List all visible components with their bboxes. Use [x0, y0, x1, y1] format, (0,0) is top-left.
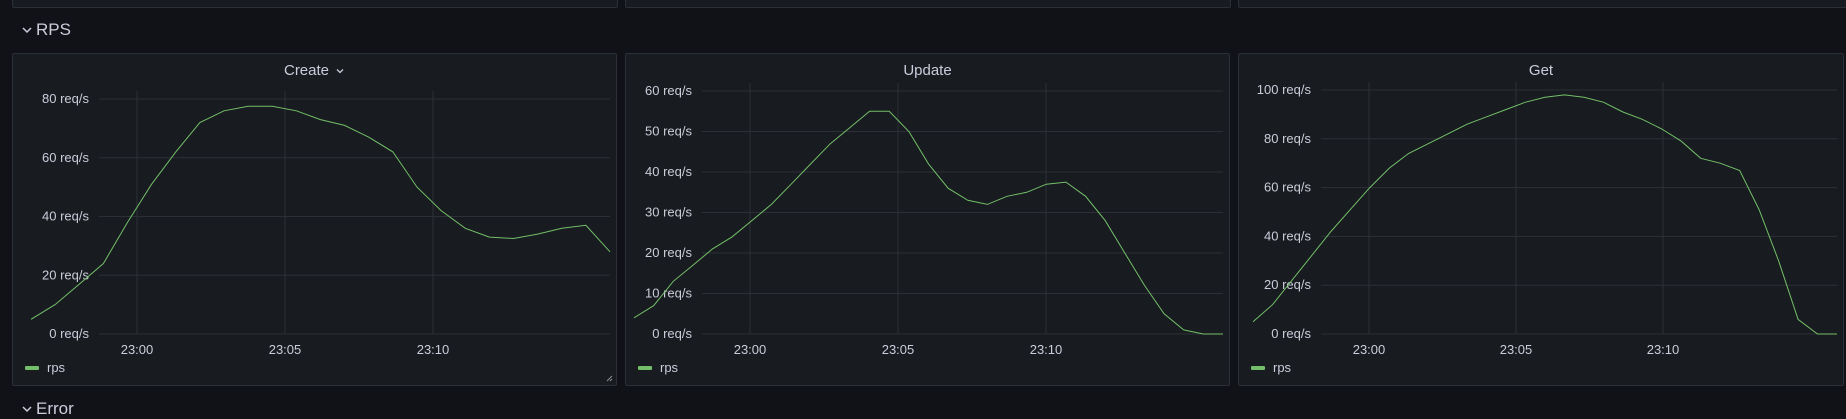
legend-label: rps [47, 360, 66, 375]
legend[interactable]: rps [638, 360, 678, 375]
x-tick-label: 23:00 [1353, 342, 1386, 357]
chart-create: 0 req/s 20 req/s 40 req/s 60 req/s 80 req/s 2… [30, 91, 611, 357]
panel-get[interactable]: Get 0 req/s 20 req/s 40 req/s 60 req/s 80 re… [1238, 53, 1844, 386]
y-tick-label: 20 req/s [1264, 277, 1311, 292]
legend-swatch [638, 365, 652, 370]
x-tick-label: 23:00 [734, 342, 767, 357]
legend-label: rps [660, 360, 679, 375]
x-tick-label: 23:05 [1500, 342, 1533, 357]
y-tick-label: 20 req/s [645, 245, 692, 260]
y-tick-label: 60 req/s [42, 150, 89, 165]
series-line-rps [30, 105, 611, 320]
y-tick-label: 30 req/s [645, 205, 692, 220]
y-tick-label: 0 req/s [1271, 326, 1311, 341]
legend[interactable]: rps [1251, 360, 1291, 375]
row-header-rps[interactable]: RPS [20, 20, 71, 40]
y-tick-label: 20 req/s [42, 267, 89, 282]
row-title: RPS [36, 20, 71, 39]
y-tick-label: 0 req/s [49, 326, 89, 341]
y-tick-label: 60 req/s [1264, 180, 1311, 195]
x-tick-label: 23:10 [1647, 342, 1680, 357]
series-line-rps [633, 110, 1223, 335]
x-tick-label: 23:05 [882, 342, 915, 357]
y-tick-label: 40 req/s [645, 164, 692, 179]
x-tick-label: 23:10 [417, 342, 450, 357]
legend[interactable]: rps [25, 360, 65, 375]
y-tick-label: 10 req/s [645, 286, 692, 301]
y-tick-label: 40 req/s [42, 209, 89, 224]
panel-above-1 [12, 0, 618, 8]
chevron-down-icon [22, 27, 32, 34]
chart-get: 0 req/s 20 req/s 40 req/s 60 req/s 80 req/s 1… [1252, 82, 1837, 357]
resize-handle-icon[interactable] [606, 375, 613, 382]
y-tick-label: 50 req/s [645, 124, 692, 139]
y-tick-label: 40 req/s [1264, 228, 1311, 243]
legend-label: rps [1273, 360, 1292, 375]
x-tick-label: 23:00 [121, 342, 154, 357]
y-tick-label: 0 req/s [652, 326, 692, 341]
panel-create[interactable]: Create 0 req/s 20 req/s 40 req/s 60 req/s 80… [12, 53, 617, 386]
row-title: Error [36, 399, 74, 418]
y-tick-label: 60 req/s [645, 83, 692, 98]
x-tick-label: 23:10 [1030, 342, 1063, 357]
y-tick-label: 80 req/s [42, 91, 89, 106]
legend-swatch [25, 365, 39, 370]
row-header-error[interactable]: Error [20, 399, 74, 419]
y-tick-label: 100 req/s [1257, 82, 1312, 97]
panel-update[interactable]: Update 0 req/s 10 req/s 20 req/s 30 req/s 40… [625, 53, 1230, 386]
panel-above-3 [1238, 0, 1846, 8]
series-line-rps [1252, 94, 1837, 335]
legend-swatch [1251, 365, 1265, 370]
y-tick-label: 80 req/s [1264, 131, 1311, 146]
panel-above-2 [625, 0, 1231, 8]
x-tick-label: 23:05 [269, 342, 302, 357]
chart-update: 0 req/s 10 req/s 20 req/s 30 req/s 40 req/s 5… [633, 83, 1223, 357]
